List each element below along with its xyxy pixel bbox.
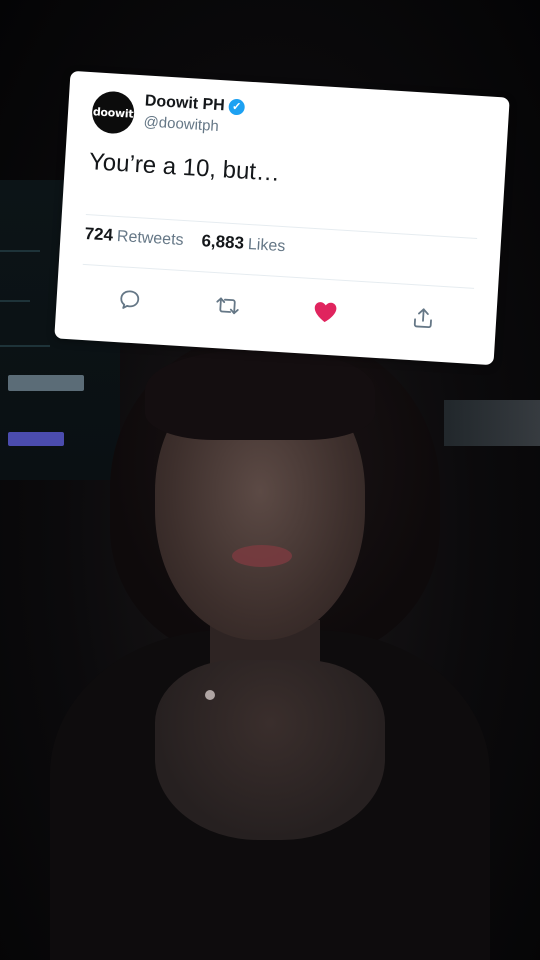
like-button[interactable] [311, 297, 341, 327]
avatar-logo-text: doowit [92, 104, 134, 121]
background-light [0, 300, 30, 302]
avatar[interactable]: doowit [90, 90, 136, 135]
retweet-icon [216, 297, 239, 315]
background-sign [8, 432, 64, 446]
chest [155, 660, 385, 840]
handle[interactable]: @doowitph [143, 113, 219, 135]
tweet-stats: 724 Retweets 6,883 Likes [84, 224, 286, 256]
tweet-text: You’re a 10, but… [88, 148, 281, 187]
tweet-card[interactable]: doowit Doowit PH ✓ @doowitph You’re a 10… [54, 70, 510, 366]
background-light [0, 345, 50, 347]
retweets-count[interactable]: 724 [84, 224, 113, 246]
tweet-actions [80, 280, 473, 338]
necklace [205, 690, 215, 700]
share-button[interactable] [408, 303, 438, 333]
story-screen: doowit Doowit PH ✓ @doowitph You’re a 10… [0, 0, 540, 960]
share-icon [413, 308, 432, 329]
retweet-button[interactable] [213, 291, 243, 321]
retweets-label[interactable]: Retweets [116, 228, 184, 250]
selfie-person [50, 330, 490, 960]
likes-count[interactable]: 6,883 [201, 231, 245, 254]
display-name[interactable]: Doowit PH [144, 92, 225, 115]
bangs [145, 350, 375, 440]
lips [232, 545, 292, 567]
heart-icon [314, 302, 337, 323]
display-name-row[interactable]: Doowit PH ✓ [144, 92, 246, 116]
background-light [0, 250, 40, 252]
reply-icon [120, 290, 140, 309]
likes-label[interactable]: Likes [247, 236, 285, 256]
verified-badge-icon: ✓ [228, 98, 246, 116]
reply-button[interactable] [115, 285, 145, 315]
